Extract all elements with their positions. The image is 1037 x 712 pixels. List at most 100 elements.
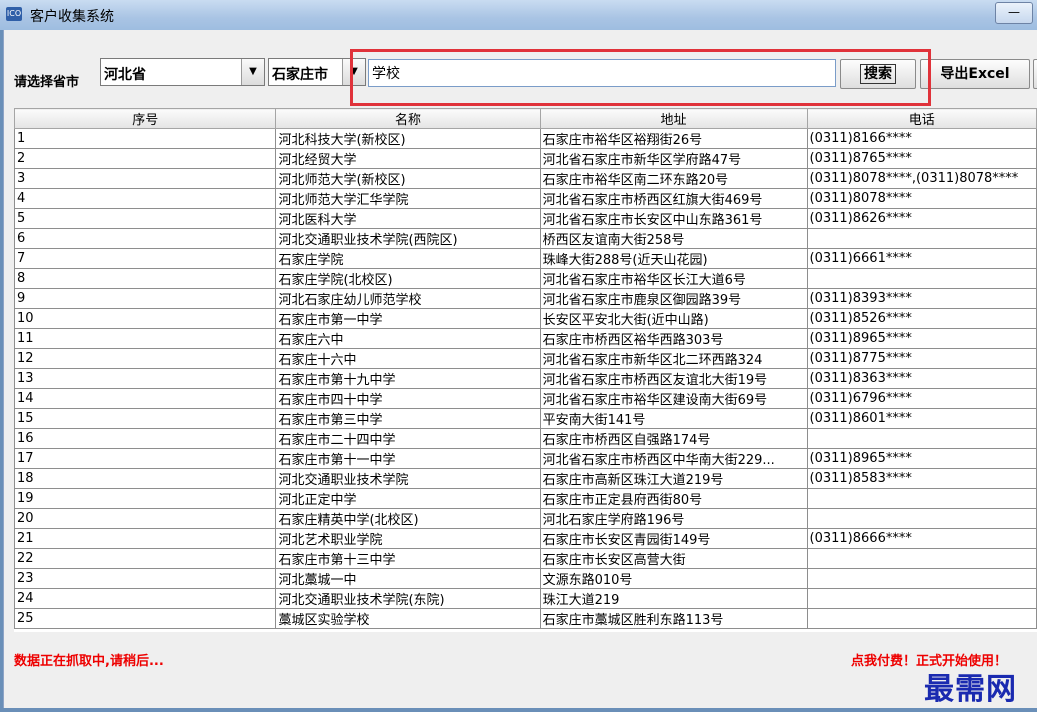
- table-cell[interactable]: [806, 588, 1037, 609]
- table-cell[interactable]: (0311)8626****: [806, 208, 1037, 229]
- table-row[interactable]: 25 藁城区实验学校 石家庄市藁城区胜利东路113号: [14, 608, 1037, 629]
- table-cell[interactable]: 河北正定中学: [275, 488, 541, 509]
- overflow-button[interactable]: [1033, 59, 1037, 89]
- table-cell[interactable]: 珠江大道219: [539, 588, 808, 609]
- table-cell[interactable]: 河北省石家庄市新华区学府路47号: [539, 148, 808, 169]
- table-cell[interactable]: 河北省石家庄市鹿泉区御园路39号: [539, 288, 808, 309]
- table-cell[interactable]: 石家庄市裕华区裕翔街26号: [539, 128, 808, 149]
- table-cell[interactable]: 18: [14, 468, 277, 489]
- table-row[interactable]: 9 河北石家庄幼儿师范学校 河北省石家庄市鹿泉区御园路39号 (0311)8393**…: [14, 288, 1037, 309]
- table-cell[interactable]: 12: [14, 348, 277, 369]
- table-row[interactable]: 11 石家庄六中 石家庄市桥西区裕华西路303号 (0311)8965****: [14, 328, 1037, 349]
- table-cell[interactable]: 13: [14, 368, 277, 389]
- table-cell[interactable]: 长安区平安北大街(近中山路): [539, 308, 808, 329]
- table-cell[interactable]: 石家庄市第一中学: [275, 308, 541, 329]
- table-row[interactable]: 4 河北师范大学汇华学院 河北省石家庄市桥西区红旗大街469号 (0311)8078*…: [14, 188, 1037, 209]
- table-cell[interactable]: (0311)8078****: [806, 188, 1037, 209]
- table-cell[interactable]: 河北艺术职业学院: [275, 528, 541, 549]
- table-cell[interactable]: 河北医科大学: [275, 208, 541, 229]
- table-row[interactable]: 10 石家庄市第一中学 长安区平安北大街(近中山路) (0311)8526****: [14, 308, 1037, 329]
- table-row[interactable]: 3 河北师范大学(新校区) 石家庄市裕华区南二环东路20号 (0311)8078***…: [14, 168, 1037, 189]
- table-cell[interactable]: 石家庄市藁城区胜利东路113号: [539, 608, 808, 629]
- table-row[interactable]: 21 河北艺术职业学院 石家庄市长安区青园街149号 (0311)8666****: [14, 528, 1037, 549]
- table-cell[interactable]: 河北师范大学汇华学院: [275, 188, 541, 209]
- minimize-button[interactable]: —: [995, 2, 1033, 24]
- table-cell[interactable]: 3: [14, 168, 277, 189]
- table-row[interactable]: 20 石家庄精英中学(北校区) 河北石家庄学府路196号: [14, 508, 1037, 529]
- table-cell[interactable]: 河北省石家庄市桥西区红旗大街469号: [539, 188, 808, 209]
- table-cell[interactable]: 15: [14, 408, 277, 429]
- table-cell[interactable]: 1: [14, 128, 277, 149]
- table-cell[interactable]: 8: [14, 268, 277, 289]
- table-row[interactable]: 6 河北交通职业技术学院(西院区) 桥西区友谊南大街258号: [14, 228, 1037, 249]
- table-cell[interactable]: 河北省石家庄市裕华区建设南大街69号: [539, 388, 808, 409]
- chevron-down-icon[interactable]: ▼: [241, 59, 264, 85]
- table-cell[interactable]: 5: [14, 208, 277, 229]
- table-cell[interactable]: 石家庄市长安区青园街149号: [539, 528, 808, 549]
- table-cell[interactable]: [806, 608, 1037, 629]
- table-cell[interactable]: 河北交通职业技术学院(西院区): [275, 228, 541, 249]
- table-cell[interactable]: 7: [14, 248, 277, 269]
- table-cell[interactable]: 石家庄市第十一中学: [275, 448, 541, 469]
- table-cell[interactable]: [806, 488, 1037, 509]
- table-row[interactable]: 18 河北交通职业技术学院 石家庄市高新区珠江大道219号 (0311)8583***…: [14, 468, 1037, 489]
- table-cell[interactable]: (0311)8393****: [806, 288, 1037, 309]
- table-cell[interactable]: (0311)6796****: [806, 388, 1037, 409]
- table-cell[interactable]: 桥西区友谊南大街258号: [539, 228, 808, 249]
- table-row[interactable]: 7 石家庄学院 珠峰大街288号(近天山花园) (0311)6661****: [14, 248, 1037, 269]
- table-cell[interactable]: 石家庄学院(北校区): [275, 268, 541, 289]
- table-cell[interactable]: 6: [14, 228, 277, 249]
- table-cell[interactable]: 石家庄市第三中学: [275, 408, 541, 429]
- table-cell[interactable]: 河北省石家庄市长安区中山东路361号: [539, 208, 808, 229]
- table-cell[interactable]: 25: [14, 608, 277, 629]
- table-cell[interactable]: 河北省石家庄市桥西区友谊北大街19号: [539, 368, 808, 389]
- table-cell[interactable]: [806, 428, 1037, 449]
- table-row[interactable]: 23 河北藁城一中 文源东路010号: [14, 568, 1037, 589]
- table-cell[interactable]: 河北藁城一中: [275, 568, 541, 589]
- table-cell[interactable]: 14: [14, 388, 277, 409]
- column-header[interactable]: 序号: [14, 108, 277, 129]
- table-cell[interactable]: 文源东路010号: [539, 568, 808, 589]
- table-cell[interactable]: (0311)8965****: [806, 328, 1037, 349]
- table-cell[interactable]: 17: [14, 448, 277, 469]
- table-cell[interactable]: (0311)8078****,(0311)8078****: [806, 168, 1037, 189]
- export-excel-button[interactable]: 导出Excel: [920, 59, 1030, 89]
- table-cell[interactable]: 河北石家庄学府路196号: [539, 508, 808, 529]
- table-row[interactable]: 15 石家庄市第三中学 平安南大街141号 (0311)8601****: [14, 408, 1037, 429]
- table-cell[interactable]: 22: [14, 548, 277, 569]
- table-cell[interactable]: 石家庄市第十三中学: [275, 548, 541, 569]
- table-cell[interactable]: 石家庄市裕华区南二环东路20号: [539, 168, 808, 189]
- table-cell[interactable]: 石家庄学院: [275, 248, 541, 269]
- column-header[interactable]: 地址: [539, 108, 808, 129]
- table-cell[interactable]: 石家庄市桥西区裕华西路303号: [539, 328, 808, 349]
- table-row[interactable]: 2 河北经贸大学 河北省石家庄市新华区学府路47号 (0311)8765****: [14, 148, 1037, 169]
- table-cell[interactable]: 9: [14, 288, 277, 309]
- table-cell[interactable]: 石家庄市四十中学: [275, 388, 541, 409]
- table-cell[interactable]: (0311)8666****: [806, 528, 1037, 549]
- table-cell[interactable]: 石家庄市二十四中学: [275, 428, 541, 449]
- table-cell[interactable]: 24: [14, 588, 277, 609]
- table-cell[interactable]: 10: [14, 308, 277, 329]
- table-cell[interactable]: (0311)6661****: [806, 248, 1037, 269]
- table-cell[interactable]: 河北石家庄幼儿师范学校: [275, 288, 541, 309]
- table-row[interactable]: 8 石家庄学院(北校区) 河北省石家庄市裕华区长江大道6号: [14, 268, 1037, 289]
- table-cell[interactable]: 4: [14, 188, 277, 209]
- table-cell[interactable]: (0311)8583****: [806, 468, 1037, 489]
- table-cell[interactable]: (0311)8526****: [806, 308, 1037, 329]
- table-cell[interactable]: [806, 508, 1037, 529]
- table-row[interactable]: 12 石家庄十六中 河北省石家庄市新华区北二环西路324 (0311)8775****: [14, 348, 1037, 369]
- table-cell[interactable]: 藁城区实验学校: [275, 608, 541, 629]
- table-cell[interactable]: 石家庄市正定县府西街80号: [539, 488, 808, 509]
- table-cell[interactable]: 河北师范大学(新校区): [275, 168, 541, 189]
- table-cell[interactable]: 石家庄市长安区高营大街: [539, 548, 808, 569]
- column-header[interactable]: 名称: [275, 108, 541, 129]
- table-cell[interactable]: [806, 268, 1037, 289]
- table-cell[interactable]: 石家庄十六中: [275, 348, 541, 369]
- results-table[interactable]: 序号 名称 地址 电话 1 河北科技大学(新校区) 石家庄市裕华区裕翔街26号 (0311)…: [14, 108, 1037, 632]
- table-cell[interactable]: 河北省石家庄市新华区北二环西路324: [539, 348, 808, 369]
- table-cell[interactable]: 河北经贸大学: [275, 148, 541, 169]
- table-cell[interactable]: (0311)8775****: [806, 348, 1037, 369]
- table-cell[interactable]: (0311)8965****: [806, 448, 1037, 469]
- table-cell[interactable]: 平安南大街141号: [539, 408, 808, 429]
- table-row[interactable]: 13 石家庄市第十九中学 河北省石家庄市桥西区友谊北大街19号 (0311)8363*…: [14, 368, 1037, 389]
